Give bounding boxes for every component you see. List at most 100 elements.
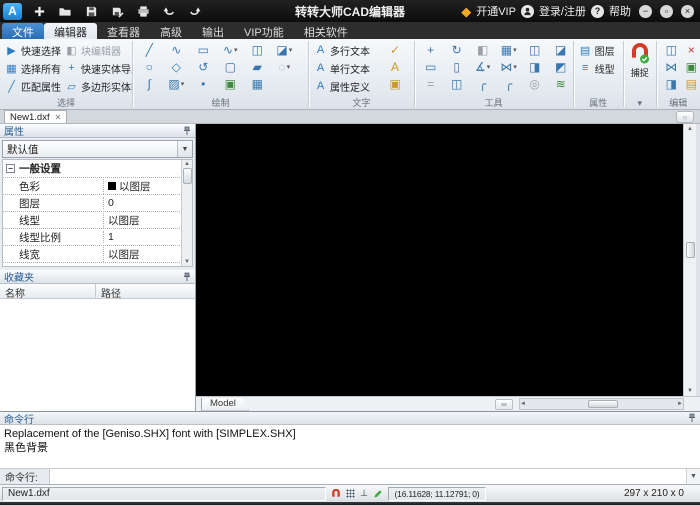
extend-icon[interactable]: ▯ bbox=[444, 58, 470, 75]
scrollbar-thumb[interactable] bbox=[587, 400, 618, 408]
linetype-button[interactable]: ≡ 线型 bbox=[577, 59, 617, 77]
scroll-right-icon[interactable]: ► bbox=[677, 401, 683, 407]
scrollbar-thumb[interactable] bbox=[182, 168, 192, 184]
spell-check-icon[interactable]: ✓ bbox=[382, 41, 408, 58]
open-vip-button[interactable]: 开通VIP bbox=[476, 3, 516, 19]
save-button[interactable] bbox=[79, 2, 103, 20]
tab-vip-features[interactable]: VIP功能 bbox=[234, 23, 294, 39]
hatch-icon[interactable]: ▨ ▾ bbox=[163, 75, 189, 92]
document-tab[interactable]: New1.dxf ✕ bbox=[4, 110, 68, 123]
new-file-button[interactable] bbox=[27, 2, 51, 20]
property-value[interactable]: 以图层 bbox=[103, 246, 192, 262]
quick-entity-import-button[interactable]: +快速实体导入 bbox=[63, 59, 132, 77]
region-icon[interactable]: ◌ ▾ bbox=[271, 58, 297, 75]
edit-text-icon[interactable]: A bbox=[382, 58, 408, 75]
circle-icon[interactable]: ○ bbox=[136, 58, 162, 75]
polygon-icon[interactable]: ◇ bbox=[163, 58, 189, 75]
maximize-button[interactable]: ▫ bbox=[660, 4, 673, 18]
open-file-button[interactable] bbox=[53, 2, 77, 20]
fillet-icon[interactable]: ╭ bbox=[470, 75, 496, 92]
rectangle-icon[interactable]: ▭ bbox=[190, 41, 216, 58]
collapse-icon[interactable]: − bbox=[6, 164, 15, 173]
canvas-horizontal-scrollbar[interactable]: ◄ ► bbox=[519, 398, 684, 410]
tab-list-button[interactable]: ○ bbox=[676, 111, 694, 123]
attribute-define-button[interactable]: A 属性定义 bbox=[312, 77, 382, 95]
close-tab-icon[interactable]: ✕ bbox=[55, 113, 62, 122]
layer-tool-icon[interactable]: ≋ bbox=[548, 75, 573, 92]
model-tab[interactable]: Model bbox=[201, 398, 249, 411]
explode-icon[interactable]: ◩ bbox=[548, 58, 573, 75]
property-value[interactable]: 1 bbox=[103, 231, 192, 243]
property-value[interactable]: 以图层 bbox=[103, 212, 192, 228]
favorites-col-name[interactable]: 名称 bbox=[0, 284, 96, 300]
favorites-list[interactable] bbox=[0, 299, 195, 421]
favorites-col-path[interactable]: 路径 bbox=[96, 284, 195, 300]
multiline-text-button[interactable]: A 多行文本 bbox=[312, 41, 382, 59]
array-icon[interactable]: ▦ ▾ bbox=[496, 41, 522, 58]
align-icon[interactable]: ◫ bbox=[444, 75, 470, 92]
trim-icon[interactable]: ▭ bbox=[418, 58, 444, 75]
select-all-button[interactable]: ▦ 选择所有 bbox=[3, 59, 63, 77]
grid-icon[interactable] bbox=[344, 488, 356, 500]
drawing-canvas[interactable] bbox=[196, 124, 683, 396]
object-snap-icon[interactable] bbox=[330, 488, 342, 500]
ungroup-icon[interactable]: ◪ bbox=[548, 41, 573, 58]
help-button[interactable]: 帮助 bbox=[609, 3, 631, 19]
quick-select-button[interactable]: ▶ 快速选择 bbox=[3, 41, 63, 59]
fit-view-button[interactable]: ∞ bbox=[495, 398, 513, 410]
block-icon[interactable]: ◪ ▾ bbox=[271, 41, 297, 58]
snap-button[interactable]: 捕捉 bbox=[625, 40, 655, 79]
scroll-down-icon[interactable]: ▼ bbox=[687, 386, 693, 396]
line-icon[interactable]: ╱ bbox=[136, 41, 162, 58]
brush-icon[interactable]: ▰ bbox=[244, 58, 270, 75]
pin-icon[interactable] bbox=[183, 126, 191, 136]
table-icon[interactable]: ▦ bbox=[244, 75, 270, 92]
revision-cloud-icon[interactable]: ▢ bbox=[217, 58, 243, 75]
point-icon[interactable]: • bbox=[190, 75, 216, 92]
spline-icon[interactable]: ∫ bbox=[136, 75, 162, 92]
command-input[interactable] bbox=[50, 469, 686, 484]
edit-attribute-icon[interactable]: ▣ bbox=[382, 75, 408, 92]
tab-file[interactable]: 文件 bbox=[2, 23, 44, 39]
property-value[interactable]: 0 bbox=[103, 197, 192, 209]
save-as-button[interactable] bbox=[105, 2, 129, 20]
tab-related-software[interactable]: 相关软件 bbox=[294, 23, 358, 39]
ortho-icon[interactable]: ⊥ bbox=[358, 488, 370, 500]
print-button[interactable] bbox=[131, 2, 155, 20]
canvas-vertical-scrollbar[interactable]: ▲ ▼ bbox=[683, 124, 696, 396]
measure-icon[interactable]: ∡ ▾ bbox=[470, 58, 496, 75]
arc-icon[interactable]: ↺ bbox=[190, 58, 216, 75]
paste-icon[interactable]: ▣ bbox=[678, 58, 700, 75]
image-icon[interactable]: ▣ bbox=[217, 75, 243, 92]
dim-icon[interactable]: ◎ bbox=[522, 75, 548, 92]
scroll-down-icon[interactable]: ▼ bbox=[184, 259, 190, 265]
copy-block-icon[interactable]: ◫ bbox=[244, 41, 270, 58]
scroll-up-icon[interactable]: ▲ bbox=[184, 161, 190, 167]
undo-button[interactable] bbox=[157, 2, 181, 20]
draft-pencil-icon[interactable] bbox=[372, 488, 384, 500]
tab-output[interactable]: 输出 bbox=[192, 23, 234, 39]
preset-dropdown[interactable]: 默认值 ▼ bbox=[2, 140, 193, 158]
rotate-icon[interactable]: ↻ bbox=[444, 41, 470, 58]
tab-editor[interactable]: 编辑器 bbox=[44, 23, 97, 39]
scroll-up-icon[interactable]: ▲ bbox=[687, 124, 693, 134]
property-value[interactable]: 以图层 bbox=[103, 178, 192, 194]
polygon-entity-input-button[interactable]: ▱多边形实体输入 bbox=[63, 77, 132, 95]
command-history-dropdown[interactable]: ▼ bbox=[686, 469, 700, 484]
move-icon[interactable]: + bbox=[418, 41, 444, 58]
property-grid-scrollbar[interactable]: ▲ ▼ bbox=[181, 160, 192, 266]
paste-special-icon[interactable]: ▤ bbox=[678, 75, 700, 92]
scroll-left-icon[interactable]: ◄ bbox=[520, 401, 526, 407]
property-group-row[interactable]: − 一般设置 bbox=[3, 160, 192, 178]
close-button[interactable]: × bbox=[681, 4, 694, 18]
polyline-icon[interactable]: ∿ bbox=[163, 41, 189, 58]
layer-button[interactable]: ▤ 图层 bbox=[577, 41, 617, 59]
scrollbar-thumb[interactable] bbox=[685, 242, 695, 258]
join-icon[interactable]: ◨ bbox=[522, 58, 548, 75]
group-icon[interactable]: ◫ bbox=[522, 41, 548, 58]
pin-icon[interactable] bbox=[183, 272, 191, 282]
minimize-button[interactable]: − bbox=[639, 4, 652, 18]
block-editor-button[interactable]: ◧ 块编辑器 bbox=[63, 41, 132, 59]
redo-button[interactable] bbox=[183, 2, 207, 20]
delete-icon[interactable]: × bbox=[678, 41, 700, 58]
